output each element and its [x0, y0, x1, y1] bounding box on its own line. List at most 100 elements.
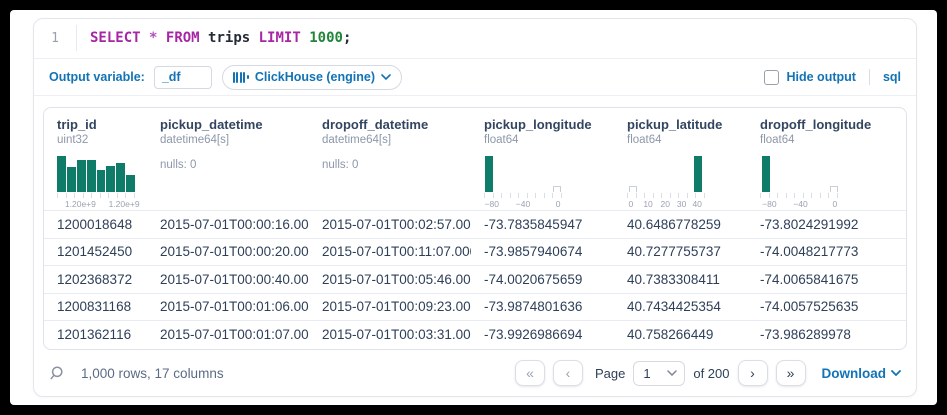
prev-page-button[interactable]: ‹	[553, 360, 583, 386]
histogram-bars	[57, 156, 135, 192]
table-cell: 2015-07-01T00:00:20.000	[147, 239, 309, 265]
table-cell: 2015-07-01T00:09:23.000	[309, 294, 471, 320]
page-label: Page	[595, 366, 625, 381]
row-count-summary: 1,000 rows, 17 columns	[81, 366, 224, 381]
histogram-tick	[527, 193, 528, 198]
histogram-tick	[134, 193, 135, 198]
sql-code-line[interactable]: SELECT * FROM trips LIMIT 1000;	[77, 30, 351, 46]
code-token	[141, 30, 149, 46]
histogram-bar	[126, 175, 135, 192]
table-cell: -74.0065841675	[747, 266, 906, 292]
table-cell: 2015-07-01T00:01:06.000	[147, 294, 309, 320]
histogram-tick	[510, 193, 511, 198]
table-cell: 1200018648	[44, 211, 147, 237]
table-cell: -74.0020675659	[471, 266, 614, 292]
table-cell: 40.7434425354	[614, 294, 747, 320]
hide-output-label[interactable]: Hide output	[787, 70, 856, 84]
table-cell: 1201452450	[44, 239, 147, 265]
download-button[interactable]: Download	[822, 366, 902, 381]
histogram-bar	[106, 166, 115, 192]
table-cell: 40.758266449	[614, 321, 747, 347]
histogram-bar	[77, 160, 86, 192]
histogram-ticks	[760, 193, 838, 198]
table-cell: 2015-07-01T00:01:07.000	[147, 321, 309, 347]
histogram-tick	[704, 193, 705, 198]
table-cell: -73.9926986694	[471, 321, 614, 347]
engine-selector[interactable]: ClickHouse (engine)	[222, 65, 402, 90]
table-footer: 1,000 rows, 17 columns « ‹ Page 1 of 200…	[34, 350, 916, 396]
chevron-down-icon	[891, 370, 901, 376]
output-variable-input[interactable]	[154, 66, 212, 89]
output-variable-label: Output variable:	[49, 70, 145, 84]
code-editor-row[interactable]: 1 SELECT * FROM trips LIMIT 1000;	[34, 19, 916, 59]
axis-tick-label: 1.20e+9	[65, 199, 96, 209]
search-icon[interactable]	[49, 365, 66, 382]
table-header-row: trip_iduint321.20e+91.20e+9pickup_dateti…	[44, 108, 906, 210]
axis-tick-label: 20	[660, 199, 669, 209]
histogram-bar	[57, 156, 66, 192]
histogram-tick	[777, 193, 778, 198]
column-name: dropoff_longitude	[760, 117, 906, 132]
histogram-tick	[820, 193, 821, 198]
histogram-bar	[87, 160, 96, 192]
table-cell: -73.9857940674	[471, 239, 614, 265]
axis-tick-label: 40	[692, 199, 701, 209]
histogram-tick	[100, 193, 101, 198]
histogram-bar	[762, 156, 770, 192]
histogram-tick	[636, 193, 637, 198]
axis-tick-label: 0	[556, 199, 561, 209]
table-cell: 2015-07-01T00:11:07.000	[309, 239, 471, 265]
column-histogram: 010203040	[627, 156, 705, 210]
table-body: 12000186482015-07-01T00:00:16.0002015-07…	[44, 210, 906, 347]
histogram-bar	[553, 186, 561, 192]
column-header[interactable]: dropoff_longitudefloat64−80−400	[747, 117, 906, 210]
table-cell: 2015-07-01T00:05:46.000	[309, 266, 471, 292]
hide-output-checkbox[interactable]	[764, 70, 779, 85]
column-header[interactable]: trip_iduint321.20e+91.20e+9	[44, 117, 147, 210]
table-cell: 2015-07-01T00:00:16.000	[147, 211, 309, 237]
code-token: trips	[200, 30, 259, 46]
last-page-button[interactable]: »	[776, 360, 806, 386]
histogram-tick	[644, 193, 645, 198]
chevron-down-icon	[667, 370, 677, 376]
histogram-tick	[653, 193, 654, 198]
column-nulls-count: nulls: 0	[322, 159, 471, 171]
column-name: pickup_datetime	[160, 117, 309, 132]
histogram-tick	[552, 193, 553, 198]
histogram-bars	[760, 156, 838, 192]
next-page-button[interactable]: ›	[738, 360, 768, 386]
histogram-tick	[803, 193, 804, 198]
histogram-bar	[116, 163, 125, 193]
histogram-tick	[769, 193, 770, 198]
column-name: trip_id	[57, 117, 147, 132]
column-header[interactable]: pickup_latitudefloat64010203040	[614, 117, 747, 210]
column-header[interactable]: pickup_longitudefloat64−80−400	[471, 117, 614, 210]
column-header[interactable]: pickup_datetimedatetime64[s]nulls: 0	[147, 117, 309, 210]
histogram-tick	[125, 193, 126, 198]
table-row: 12013621162015-07-01T00:01:07.0002015-07…	[44, 320, 906, 347]
column-type: float64	[760, 134, 906, 146]
axis-tick-label: 1.20e+9	[109, 199, 140, 209]
histogram-tick	[561, 193, 562, 198]
histogram-tick	[74, 193, 75, 198]
histogram-tick	[57, 193, 58, 198]
code-token: ;	[343, 30, 351, 46]
histogram-tick	[501, 193, 502, 198]
histogram-tick	[828, 193, 829, 198]
page-select[interactable]: 1	[633, 361, 685, 386]
language-badge[interactable]: sql	[883, 70, 901, 84]
first-page-button[interactable]: «	[515, 360, 545, 386]
column-type: datetime64[s]	[322, 134, 471, 146]
table-cell: 40.7277755737	[614, 239, 747, 265]
table-row: 12000186482015-07-01T00:00:16.0002015-07…	[44, 210, 906, 237]
axis-tick-label: −40	[516, 199, 530, 209]
engine-label: ClickHouse (engine)	[255, 70, 375, 84]
histogram-tick	[117, 193, 118, 198]
histogram-axis-labels: 1.20e+91.20e+9	[57, 199, 135, 210]
column-header[interactable]: dropoff_datetimedatetime64[s]nulls: 0	[309, 117, 471, 210]
table-row: 12023683722015-07-01T00:00:40.0002015-07…	[44, 265, 906, 292]
histogram-tick	[518, 193, 519, 198]
histogram-ticks	[627, 193, 705, 198]
histogram-bar	[694, 156, 702, 192]
table-cell: -73.9874801636	[471, 294, 614, 320]
